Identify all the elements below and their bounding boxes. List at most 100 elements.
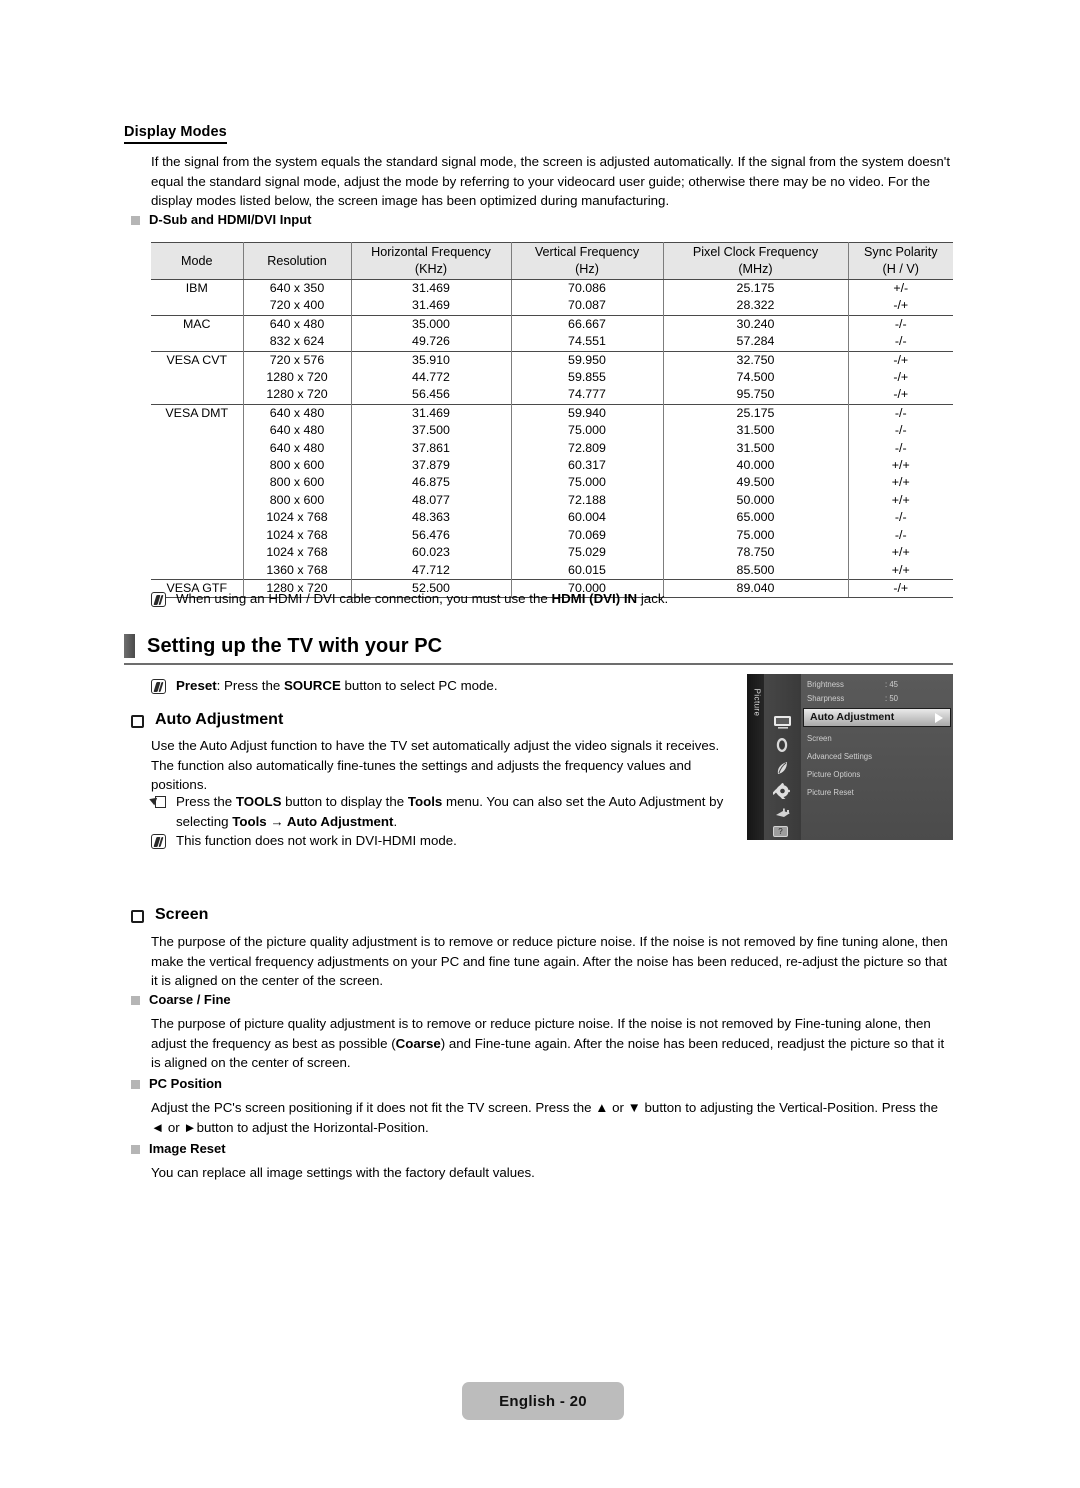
table-row: IBM 640 x 350 31.469 70.086 25.175 +/-	[151, 279, 953, 298]
cell-sync-polarity: +/+	[847, 561, 953, 580]
osd-item-picture-options[interactable]: Picture Options	[807, 768, 947, 782]
left-arrow-icon: ◄	[151, 1119, 165, 1135]
cell-sync-polarity: -/+	[847, 297, 953, 316]
cell-sync-polarity: -/-	[847, 439, 953, 458]
cell-horizontal-frequency: 46.875	[350, 474, 512, 492]
cell-sync-polarity: -/-	[847, 526, 953, 545]
cell-horizontal-frequency: 56.456	[350, 386, 512, 405]
cell-vertical-frequency: 72.809	[510, 439, 664, 458]
heading-label: Screen	[155, 906, 209, 923]
cell-sync-polarity: +/+	[847, 474, 953, 492]
table-row: 640 x 480 37.861 72.809 31.500 -/-	[151, 439, 953, 458]
cell-mode	[151, 297, 244, 316]
osd-item-label: Screen	[807, 734, 832, 743]
column-header-sync-polarity: Sync Polarity (H / V)	[847, 242, 953, 280]
cell-horizontal-frequency: 48.077	[350, 491, 512, 510]
cell-sync-polarity: +/-	[847, 279, 953, 298]
box-bullet-icon	[131, 715, 144, 728]
cell-pixel-clock-frequency: 65.000	[662, 509, 849, 527]
tools-icon	[149, 794, 166, 810]
cell-resolution: 640 x 480	[242, 403, 352, 423]
table-row: VESA DMT 640 x 480 31.469 59.940 25.175 -/-	[151, 403, 953, 423]
cell-vertical-frequency: 59.940	[510, 403, 664, 423]
cell-mode	[151, 422, 244, 440]
osd-item-picture-reset[interactable]: Picture Reset	[807, 786, 947, 800]
page-footer: English - 20	[462, 1382, 624, 1420]
manual-page: Display Modes If the signal from the sys…	[0, 0, 1080, 1488]
cell-resolution: 832 x 624	[242, 333, 352, 352]
cell-pixel-clock-frequency: 78.750	[662, 544, 849, 562]
cell-resolution: 640 x 480	[242, 439, 352, 458]
column-header-horizontal-frequency: Horizontal Frequency (KHz)	[350, 242, 512, 280]
cell-mode	[151, 369, 244, 387]
cell-horizontal-frequency: 37.500	[350, 422, 512, 440]
osd-item-advanced-settings[interactable]: Advanced Settings	[807, 750, 947, 764]
osd-item-sharpness[interactable]: Sharpness : 50	[807, 692, 947, 706]
svg-text:?: ?	[778, 827, 783, 836]
cell-sync-polarity: +/+	[847, 544, 953, 562]
cell-resolution: 720 x 576	[242, 350, 352, 370]
heading-label: Auto Adjustment	[155, 711, 284, 728]
cell-pixel-clock-frequency: 95.750	[662, 386, 849, 405]
cell-horizontal-frequency: 56.476	[350, 526, 512, 545]
cell-vertical-frequency: 70.087	[510, 297, 664, 316]
heading-auto-adjustment: Auto Adjustment	[131, 711, 283, 729]
cell-vertical-frequency: 59.950	[510, 350, 664, 370]
cell-vertical-frequency: 60.317	[510, 457, 664, 475]
heading-screen: Screen	[131, 906, 208, 924]
cell-mode	[151, 457, 244, 475]
cell-sync-polarity: -/-	[847, 314, 953, 334]
subheading-label: Coarse / Fine	[149, 992, 231, 1007]
cell-sync-polarity: +/+	[847, 457, 953, 475]
pc-position-paragraph: Adjust the PC's screen positioning if it…	[151, 1100, 938, 1135]
osd-item-screen[interactable]: Screen	[807, 732, 947, 746]
cell-mode	[151, 491, 244, 510]
cell-pixel-clock-frequency: 40.000	[662, 457, 849, 475]
cell-pixel-clock-frequency: 30.240	[662, 314, 849, 334]
channel-icon	[773, 760, 793, 776]
subheading-coarse-fine: Coarse / Fine	[131, 992, 231, 1007]
osd-item-label: Brightness	[807, 680, 844, 689]
osd-item-brightness[interactable]: Brightness : 45	[807, 678, 947, 692]
cell-horizontal-frequency: 35.910	[350, 350, 512, 370]
table-row: MAC 640 x 480 35.000 66.667 30.240 -/-	[151, 314, 953, 334]
cell-horizontal-frequency: 37.861	[350, 439, 512, 458]
cell-horizontal-frequency: 48.363	[350, 509, 512, 527]
note-preset: Preset: Press the SOURCE button to selec…	[151, 676, 711, 696]
cell-horizontal-frequency: 49.726	[350, 333, 512, 352]
square-bullet-icon	[131, 996, 140, 1005]
cell-mode	[151, 333, 244, 352]
table-row: 720 x 400 31.469 70.087 28.322 -/+	[151, 297, 953, 316]
table-row: 1280 x 720 56.456 74.777 95.750 -/+	[151, 386, 953, 405]
screen-paragraph: The purpose of the picture quality adjus…	[151, 934, 948, 988]
down-arrow-icon: ▼	[627, 1100, 641, 1115]
subheading-label: PC Position	[149, 1076, 222, 1091]
note-hdmi-dvi: When using an HDMI / DVI cable connectio…	[151, 589, 951, 609]
cell-horizontal-frequency: 31.469	[350, 279, 512, 298]
table-row: 1024 x 768 56.476 70.069 75.000 -/-	[151, 526, 953, 545]
cell-sync-polarity: -/-	[847, 333, 953, 352]
note-tools: Press the TOOLS button to display the To…	[149, 792, 746, 831]
cell-horizontal-frequency: 47.712	[350, 561, 512, 580]
table-row: 800 x 600 46.875 75.000 49.500 +/+	[151, 474, 953, 492]
cell-resolution: 720 x 400	[242, 297, 352, 316]
osd-item-label: Auto Adjustment	[810, 711, 895, 723]
osd-item-auto-adjustment-selected[interactable]: Auto Adjustment	[803, 708, 951, 727]
support-icon: ?	[773, 826, 788, 837]
cell-resolution: 640 x 480	[242, 422, 352, 440]
square-bullet-icon	[131, 216, 140, 225]
osd-tab-label: Picture	[752, 688, 762, 717]
gear-icon	[772, 782, 793, 802]
note-text: This function does not work in DVI-HDMI …	[176, 833, 457, 848]
subheading-image-reset: Image Reset	[131, 1141, 226, 1156]
cell-pixel-clock-frequency: 25.175	[662, 279, 849, 298]
cell-sync-polarity: -/+	[847, 386, 953, 405]
tv-osd-screenshot: Picture ? Brightness: 45 Sharpness: 50…	[747, 674, 953, 840]
cell-resolution: 640 x 350	[242, 279, 352, 298]
table-row: 1360 x 768 47.712 60.015 85.500 +/+	[151, 561, 953, 580]
cell-horizontal-frequency: 37.879	[350, 457, 512, 475]
cell-pixel-clock-frequency: 25.175	[662, 403, 849, 423]
column-header-pixel-clock-frequency: Pixel Clock Frequency (MHz)	[662, 242, 849, 280]
cell-mode	[151, 474, 244, 492]
cell-mode	[151, 509, 244, 527]
